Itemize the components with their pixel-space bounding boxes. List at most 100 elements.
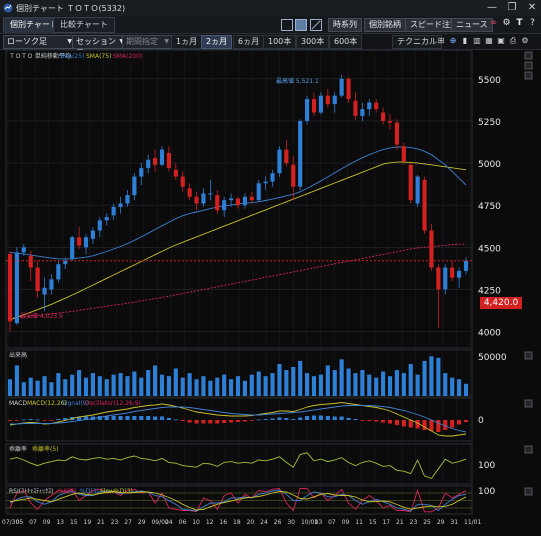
candle-body <box>256 183 261 201</box>
print-icon[interactable]: ⎙ <box>508 36 518 46</box>
candle-body <box>339 78 344 96</box>
options-icon[interactable]: ⚙ <box>520 36 530 46</box>
link-icon[interactable]: ∞ <box>488 18 499 29</box>
volume-bar <box>208 380 213 396</box>
period-300-button[interactable]: 300本 <box>296 35 330 49</box>
candle-body <box>429 230 434 268</box>
candle-body <box>125 195 130 204</box>
time-tick-label: 09 <box>342 519 350 526</box>
settings-gear-icon[interactable]: ⚙ <box>501 18 512 29</box>
time-tick-label: 26 <box>274 519 282 526</box>
layout-split-icon[interactable] <box>295 19 307 31</box>
volume-bar <box>443 373 448 396</box>
macd-oscillator-bar <box>318 415 323 420</box>
macd-oscillator-bar <box>325 416 330 420</box>
volume-bar <box>353 373 358 396</box>
candle-body <box>194 196 199 204</box>
draw-line-icon[interactable] <box>310 19 322 31</box>
volume-bar <box>201 376 206 396</box>
macd-oscillator-bar <box>28 419 33 420</box>
volume-bar <box>422 360 427 396</box>
bar-chart-icon[interactable]: ▥ <box>472 36 482 46</box>
help-icon[interactable]: ? <box>527 18 538 29</box>
macd-oscillator-bar <box>394 420 399 425</box>
price-tick-label: 4250 <box>478 286 501 296</box>
time-tick-label: 03 <box>315 519 323 526</box>
close-icon[interactable]: ✕ <box>525 1 539 14</box>
volume-bar <box>374 377 379 396</box>
time-tick-label: 05 <box>16 519 24 526</box>
macd-oscillator-bar <box>146 416 151 420</box>
period-range-select[interactable]: 期間指定 ▼ <box>122 35 172 49</box>
stock-chart-svg[interactable]: 5500525050004750450042504000 07/3005 07 09… <box>0 49 541 533</box>
deviation-panel-title: 乖離率 <box>9 445 27 453</box>
window-title: 個別チャート ＴＯＴＯ(5332) <box>16 4 126 13</box>
candle-body <box>70 237 75 260</box>
macd-oscillator-bar <box>298 417 303 420</box>
volume-bar <box>125 376 130 396</box>
volume-bar <box>277 363 282 396</box>
legend-sma75: SMA(75) <box>86 53 111 60</box>
volume-bar <box>222 374 227 396</box>
crosshair-icon[interactable]: ⊞ <box>436 36 446 46</box>
candle-body <box>387 120 393 123</box>
chart-type-select[interactable]: ローソク足 ▼ <box>3 35 75 49</box>
legend-sma200: SMA(200) <box>113 53 142 60</box>
chart-area[interactable]: 5500 5250 5000 4750 4500 4250 4000 07/30 05 07 09… <box>0 49 541 533</box>
candle-body <box>146 159 151 169</box>
session-select[interactable]: セッション足▼ <box>72 35 127 58</box>
volume-bar <box>415 374 420 396</box>
volume-bar <box>194 379 199 396</box>
volume-bar <box>180 377 185 396</box>
volume-bar <box>159 374 165 396</box>
macd-oscillator-bar <box>367 420 372 421</box>
current-price-tag: 4,420.0 <box>480 297 522 309</box>
candle-body <box>270 173 275 182</box>
candle-body <box>159 149 165 165</box>
text-tool-icon[interactable]: T <box>514 18 525 29</box>
tab-comparison-chart[interactable]: 比較チャート <box>53 17 115 33</box>
candle-body <box>277 149 282 174</box>
candle-icon[interactable]: ▮ <box>460 36 470 46</box>
time-tick-label: 07 <box>328 519 336 526</box>
candle-body <box>463 260 469 271</box>
news-button[interactable]: ニュース <box>451 18 493 32</box>
price-tick-label: 5250 <box>478 118 501 128</box>
period-1m-button[interactable]: 1ヵ月 <box>171 35 203 49</box>
zoom-icon[interactable]: ⊕ <box>448 36 458 46</box>
macd-oscillator-bar <box>277 417 282 420</box>
timeseries-button[interactable]: 時系列 <box>328 18 362 32</box>
restore-icon[interactable]: ❐ <box>505 1 519 14</box>
time-tick-label: 20 <box>247 519 255 526</box>
candle-body <box>49 279 54 290</box>
period-600-button[interactable]: 600本 <box>329 35 363 49</box>
macd-oscillator-bar <box>284 418 289 420</box>
individual-stock-button[interactable]: 個別銘柄 <box>364 18 406 32</box>
time-tick-label: 19 <box>84 519 92 526</box>
period-2m-button[interactable]: 2ヵ月 <box>201 35 233 49</box>
candle-body <box>332 95 337 105</box>
price-tick-label: 4750 <box>478 202 501 212</box>
candle-body <box>394 122 399 145</box>
time-tick-label: 15 <box>369 519 377 526</box>
minimize-icon[interactable]: — <box>485 1 499 14</box>
time-tick-label: 09 <box>43 519 51 526</box>
period-6m-button[interactable]: 6ヵ月 <box>233 35 265 49</box>
layout-single-icon[interactable] <box>281 19 293 31</box>
macd-oscillator-bar <box>249 420 254 421</box>
volume-bar <box>35 380 40 396</box>
macd-oscillator-bar <box>346 418 351 420</box>
candle-body <box>450 267 455 278</box>
save-icon[interactable]: ▣ <box>496 36 506 46</box>
candle-body <box>118 203 123 207</box>
price-tick-label: 4500 <box>478 244 501 254</box>
macd-oscillator-bar <box>422 420 427 430</box>
macd-oscillator-bar <box>339 416 344 420</box>
technical-button[interactable]: テクニカル <box>392 35 442 49</box>
volume-bar <box>70 374 75 396</box>
volume-bar <box>111 374 116 396</box>
period-100-button[interactable]: 100本 <box>263 35 297 49</box>
grid-icon[interactable]: ▦ <box>484 36 494 46</box>
volume-bar <box>7 379 13 396</box>
macd-oscillator-bar <box>21 419 26 421</box>
